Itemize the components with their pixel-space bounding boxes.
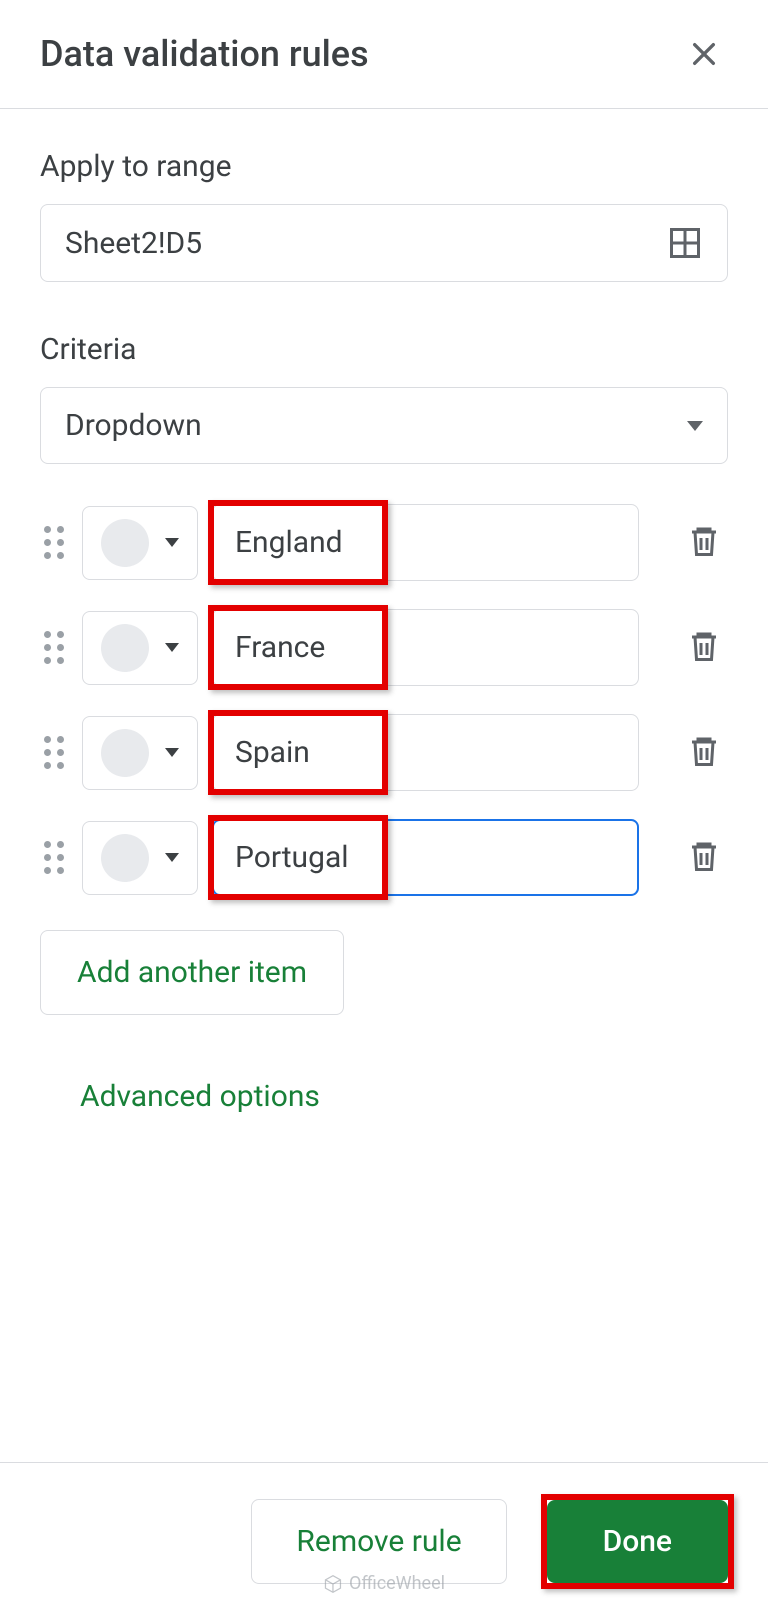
trash-icon (686, 836, 722, 876)
delete-option-button[interactable] (680, 830, 728, 885)
panel-title: Data validation rules (40, 33, 369, 75)
close-icon (688, 38, 720, 70)
remove-rule-button[interactable]: Remove rule (251, 1499, 506, 1584)
panel-footer: Remove rule Done OfficeWheel (0, 1462, 768, 1624)
panel-header: Data validation rules (0, 0, 768, 109)
option-input-wrap (212, 714, 666, 791)
drag-handle-icon[interactable] (40, 837, 68, 878)
drag-handle-icon[interactable] (40, 732, 68, 773)
delete-option-button[interactable] (680, 620, 728, 675)
option-value-input[interactable] (212, 504, 639, 581)
option-input-wrap (212, 609, 666, 686)
drag-handle-icon[interactable] (40, 627, 68, 668)
delete-option-button[interactable] (680, 515, 728, 570)
chevron-down-icon (687, 421, 703, 431)
chevron-down-icon (165, 748, 179, 757)
data-validation-panel: Data validation rules Apply to range Cri… (0, 0, 768, 1624)
option-row (40, 504, 728, 581)
trash-icon (686, 731, 722, 771)
criteria-selected-text: Dropdown (65, 408, 202, 443)
color-chip-dropdown[interactable] (82, 506, 198, 580)
chevron-down-icon (165, 538, 179, 547)
color-chip-dropdown[interactable] (82, 821, 198, 895)
chevron-down-icon (165, 643, 179, 652)
trash-icon (686, 626, 722, 666)
color-circle (101, 729, 149, 777)
chevron-down-icon (165, 853, 179, 862)
done-button[interactable]: Done (547, 1500, 728, 1583)
panel-content: Apply to range Criteria Dropdown (0, 109, 768, 1462)
apply-range-label: Apply to range (40, 149, 728, 184)
add-item-button[interactable]: Add another item (40, 930, 344, 1015)
delete-option-button[interactable] (680, 725, 728, 780)
color-circle (101, 624, 149, 672)
option-input-wrap (212, 504, 666, 581)
advanced-options-link[interactable]: Advanced options (80, 1065, 728, 1128)
color-circle (101, 834, 149, 882)
select-range-icon[interactable] (667, 225, 703, 261)
color-chip-dropdown[interactable] (82, 611, 198, 685)
criteria-label: Criteria (40, 332, 728, 367)
close-button[interactable] (680, 30, 728, 78)
option-row (40, 714, 728, 791)
option-value-input[interactable] (212, 819, 639, 896)
option-value-input[interactable] (212, 714, 639, 791)
done-button-wrap: Done (547, 1500, 728, 1583)
option-value-input[interactable] (212, 609, 639, 686)
color-chip-dropdown[interactable] (82, 716, 198, 790)
option-row (40, 609, 728, 686)
criteria-dropdown[interactable]: Dropdown (40, 387, 728, 464)
trash-icon (686, 521, 722, 561)
range-input-container[interactable] (40, 204, 728, 282)
option-row (40, 819, 728, 896)
color-circle (101, 519, 149, 567)
options-list (40, 504, 728, 896)
drag-handle-icon[interactable] (40, 522, 68, 563)
range-input[interactable] (65, 226, 667, 261)
option-input-wrap (212, 819, 666, 896)
